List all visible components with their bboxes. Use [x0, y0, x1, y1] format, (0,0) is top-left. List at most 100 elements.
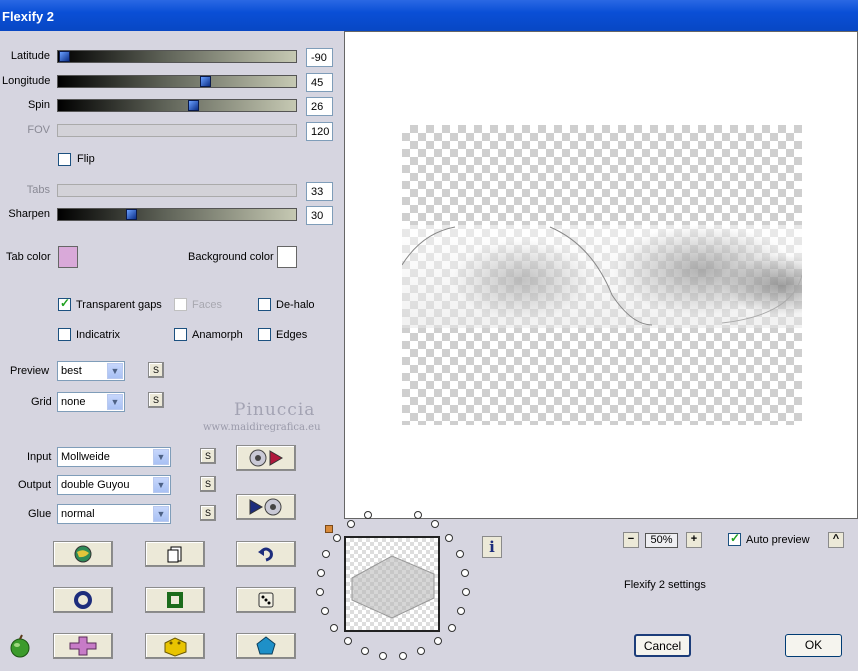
cube-button[interactable]	[145, 633, 205, 659]
ring-button[interactable]	[53, 587, 113, 613]
copy-button[interactable]	[145, 541, 205, 567]
tab-color-swatch[interactable]	[58, 246, 78, 268]
navigator-dot	[346, 520, 355, 529]
spin-field[interactable]: 26	[306, 97, 333, 116]
latitude-label: Latitude	[10, 50, 50, 62]
chevron-down-icon[interactable]: ▼	[153, 506, 169, 522]
navigator-dot	[360, 647, 369, 656]
navigator-dot	[445, 533, 454, 542]
output-s-button[interactable]: S	[200, 476, 216, 492]
cross-button[interactable]	[53, 633, 113, 659]
grid-label: Grid	[31, 396, 52, 408]
transparent-gaps-label: Transparent gaps	[76, 299, 162, 311]
anamorph-checkbox[interactable]	[174, 328, 187, 341]
frame-button[interactable]	[145, 587, 205, 613]
chevron-down-icon[interactable]: ▼	[153, 477, 169, 493]
navigator-dot	[343, 637, 352, 646]
collapse-up-button[interactable]: ^	[828, 532, 844, 548]
apple-logo-icon	[8, 634, 32, 661]
longitude-field[interactable]: 45	[306, 73, 333, 92]
preview-s-button[interactable]: S	[148, 362, 164, 378]
navigator-dot	[316, 568, 325, 577]
tabs-label: Tabs	[26, 184, 50, 196]
glue-s-button[interactable]: S	[200, 505, 216, 521]
navigator-dot	[379, 652, 388, 661]
checkmark-icon: ✓	[730, 531, 741, 545]
navigator-dot	[456, 606, 465, 615]
cross-icon	[69, 636, 97, 656]
auto-preview-checkbox[interactable]: ✓	[728, 531, 741, 546]
input-s-button[interactable]: S	[200, 448, 216, 464]
transparent-gaps-checkbox[interactable]: ✓	[58, 296, 71, 311]
longitude-slider[interactable]	[57, 75, 297, 88]
sharpen-slider-thumb[interactable]	[126, 209, 137, 220]
latitude-slider-thumb[interactable]	[59, 51, 70, 62]
settings-label: Flexify 2 settings	[624, 579, 706, 591]
cancel-button[interactable]: Cancel	[634, 634, 691, 657]
auto-preview-label: Auto preview	[746, 534, 810, 546]
chevron-down-icon[interactable]: ▼	[107, 363, 123, 379]
indicatrix-checkbox[interactable]	[58, 328, 71, 341]
latitude-field[interactable]: -90	[306, 48, 333, 67]
navigator-dot	[461, 587, 470, 596]
spin-slider[interactable]	[57, 99, 297, 112]
sharpen-field[interactable]: 30	[306, 206, 333, 225]
preview-quality-select[interactable]: best ▼	[57, 361, 125, 381]
dice-button[interactable]	[236, 587, 296, 613]
zoom-in-button[interactable]: +	[686, 532, 702, 548]
navigator-dot	[455, 550, 464, 559]
fov-field: 120	[306, 122, 333, 141]
longitude-label: Longitude	[2, 75, 51, 87]
dice-icon	[258, 592, 274, 608]
input-select[interactable]: Mollweide ▼	[57, 447, 171, 467]
glue-select[interactable]: normal ▼	[57, 504, 171, 524]
fov-slider	[57, 124, 297, 137]
undo-button[interactable]	[236, 541, 296, 567]
navigator-handle[interactable]	[325, 525, 333, 533]
zoom-out-button[interactable]: −	[623, 532, 639, 548]
play-disc-icon	[249, 498, 282, 516]
preview-image-edges	[402, 226, 802, 326]
pentagon-icon	[256, 636, 276, 655]
dehalo-checkbox[interactable]	[258, 298, 271, 311]
ok-button[interactable]: OK	[785, 634, 842, 657]
background-color-swatch[interactable]	[277, 246, 297, 268]
spin-slider-thumb[interactable]	[188, 100, 199, 111]
load-preset-button[interactable]	[236, 445, 296, 471]
chevron-down-icon[interactable]: ▼	[153, 449, 169, 465]
glue-value: normal	[61, 508, 95, 520]
sharpen-label: Sharpen	[8, 208, 50, 220]
flip-checkbox[interactable]	[58, 153, 71, 166]
undo-icon	[258, 547, 273, 562]
window-title: Flexify 2	[2, 9, 55, 24]
sharpen-slider[interactable]	[57, 208, 297, 221]
output-select[interactable]: double Guyou ▼	[57, 475, 171, 495]
navigator-thumbnail[interactable]	[344, 536, 440, 632]
pentagon-button[interactable]	[236, 633, 296, 659]
navigator-dot	[434, 637, 443, 646]
edges-checkbox[interactable]	[258, 328, 271, 341]
preview-quality-value: best	[61, 365, 82, 377]
cube-icon	[164, 637, 187, 657]
input-label: Input	[27, 451, 52, 463]
info-button[interactable]: i	[482, 536, 502, 558]
glue-label: Glue	[28, 508, 52, 520]
ring-icon	[74, 591, 92, 609]
navigator-dot	[332, 533, 341, 542]
background-color-label: Background color	[188, 251, 274, 263]
navigator-dot	[431, 520, 440, 529]
indicatrix-label: Indicatrix	[76, 329, 121, 341]
disc-play-icon	[249, 449, 283, 467]
preview-quality-label: Preview	[10, 365, 50, 377]
latitude-slider[interactable]	[57, 50, 297, 63]
grid-select[interactable]: none ▼	[57, 392, 125, 412]
longitude-slider-thumb[interactable]	[200, 76, 211, 87]
spin-label: Spin	[27, 99, 50, 111]
edges-label: Edges	[276, 329, 308, 341]
random-globe-button[interactable]	[53, 541, 113, 567]
grid-s-button[interactable]: S	[148, 392, 164, 408]
save-preset-button[interactable]	[236, 494, 296, 520]
chevron-down-icon[interactable]: ▼	[107, 394, 123, 410]
tabs-field: 33	[306, 182, 333, 201]
faces-checkbox	[174, 298, 187, 311]
